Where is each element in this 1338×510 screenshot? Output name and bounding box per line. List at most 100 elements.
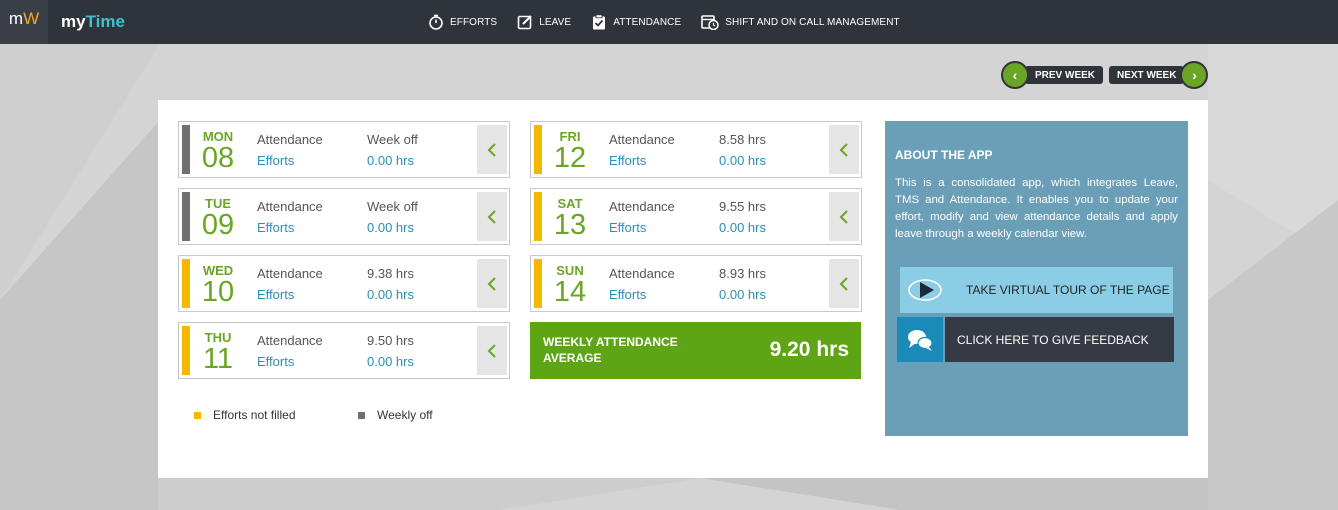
efforts-value: 0.00 hrs (367, 153, 414, 168)
next-week-button[interactable]: NEXT WEEK › (1109, 61, 1209, 89)
status-stripe (534, 259, 542, 308)
day-card-thu[interactable]: THU 11 Attendance Efforts 9.50 hrs 0.00 … (178, 322, 510, 379)
virtual-tour-button[interactable]: TAKE VIRTUAL TOUR OF THE PAGE (900, 267, 1173, 313)
attendance-value: Week off (367, 132, 418, 147)
chevron-left-icon (487, 343, 496, 358)
nav-leave-label: LEAVE (539, 16, 572, 28)
prev-week-label: PREV WEEK (1025, 66, 1104, 84)
expand-button[interactable] (477, 192, 507, 241)
day-card-tue[interactable]: TUE 09 Attendance Efforts Week off 0.00 … (178, 188, 510, 245)
nav-shift-label: SHIFT AND ON CALL MANAGEMENT (725, 16, 900, 28)
legend-label: Efforts not filled (213, 408, 296, 422)
day-number: 09 (201, 209, 235, 241)
chevron-left-icon (487, 276, 496, 291)
efforts-link[interactable]: Efforts (257, 153, 294, 168)
day-card-wed[interactable]: WED 10 Attendance Efforts 9.38 hrs 0.00 … (178, 255, 510, 312)
efforts-value: 0.00 hrs (719, 220, 766, 235)
day-card-sun[interactable]: SUN 14 Attendance Efforts 8.93 hrs 0.00 … (530, 255, 862, 312)
efforts-value: 0.00 hrs (719, 153, 766, 168)
chevron-left-icon: ‹ (1001, 61, 1029, 89)
play-icon (900, 267, 950, 313)
efforts-link[interactable]: Efforts (609, 153, 646, 168)
about-the-app-panel: ABOUT THE APP This is a consolidated app… (885, 121, 1188, 436)
attendance-label: Attendance (257, 266, 323, 281)
status-stripe (534, 192, 542, 241)
day-number: 14 (553, 276, 587, 308)
mw-logo[interactable]: mW (0, 0, 48, 44)
nav-leave[interactable]: LEAVE (517, 14, 571, 30)
legend-efforts-not-filled: Efforts not filled (194, 408, 296, 422)
day-card-sat[interactable]: SAT 13 Attendance Efforts 9.55 hrs 0.00 … (530, 188, 862, 245)
status-stripe (182, 259, 190, 308)
expand-button[interactable] (477, 326, 507, 375)
nav-efforts[interactable]: EFFORTS (428, 14, 497, 30)
day-number: 11 (202, 343, 234, 375)
chevron-left-icon (839, 276, 848, 291)
calendar-clock-icon (701, 15, 719, 30)
chevron-right-icon: › (1180, 61, 1209, 89)
day-card-mon[interactable]: MON 08 Attendance Efforts Week off 0.00 … (178, 121, 510, 178)
main-nav: EFFORTS LEAVE ATTENDANCE SHIFT AND ON CA… (428, 0, 920, 44)
chevron-left-icon (839, 209, 848, 224)
efforts-link[interactable]: Efforts (609, 287, 646, 302)
efforts-value: 0.00 hrs (719, 287, 766, 302)
nav-attendance-label: ATTENDANCE (613, 16, 682, 28)
legend-swatch-yellow (194, 411, 201, 419)
day-number: 12 (553, 142, 587, 174)
weekly-average-value: 9.20 hrs (769, 338, 849, 361)
attendance-value: 8.93 hrs (719, 266, 766, 281)
weekly-attendance-average: WEEKLY ATTENDANCE AVERAGE 9.20 hrs (530, 322, 861, 379)
day-card-fri[interactable]: FRI 12 Attendance Efforts 8.58 hrs 0.00 … (530, 121, 862, 178)
efforts-link[interactable]: Efforts (609, 220, 646, 235)
efforts-link[interactable]: Efforts (257, 220, 294, 235)
attendance-value: 8.58 hrs (719, 132, 766, 147)
feedback-button[interactable]: CLICK HERE TO GIVE FEEDBACK (897, 317, 1174, 362)
attendance-value: 9.50 hrs (367, 333, 414, 348)
legend-label: Weekly off (377, 408, 433, 422)
prev-week-button[interactable]: ‹ PREV WEEK (1001, 61, 1104, 89)
logo-w: W (23, 9, 40, 28)
legend-weekly-off: Weekly off (358, 408, 433, 422)
day-number: 13 (553, 209, 587, 241)
status-stripe (182, 192, 190, 241)
app-name-my: my (61, 12, 86, 31)
nav-efforts-label: EFFORTS (450, 16, 498, 28)
attendance-label: Attendance (257, 199, 323, 214)
attendance-value: 9.38 hrs (367, 266, 414, 281)
efforts-value: 0.00 hrs (367, 354, 414, 369)
nav-shift-management[interactable]: SHIFT AND ON CALL MANAGEMENT (701, 14, 900, 30)
weekly-average-label: WEEKLY ATTENDANCE AVERAGE (543, 335, 678, 365)
efforts-link[interactable]: Efforts (257, 354, 294, 369)
chevron-left-icon (839, 142, 848, 157)
chevron-left-icon (487, 142, 496, 157)
expand-button[interactable] (829, 192, 859, 241)
about-text: This is a consolidated app, which integr… (895, 177, 1178, 240)
expand-button[interactable] (829, 125, 859, 174)
day-number: 10 (201, 276, 235, 308)
efforts-value: 0.00 hrs (367, 220, 414, 235)
virtual-tour-label: TAKE VIRTUAL TOUR OF THE PAGE (966, 283, 1170, 297)
stopwatch-icon (429, 14, 443, 30)
attendance-label: Attendance (609, 266, 675, 281)
next-week-label: NEXT WEEK (1109, 66, 1185, 84)
nav-attendance[interactable]: ATTENDANCE (591, 14, 681, 30)
attendance-label: Attendance (257, 132, 323, 147)
app-name[interactable]: myTime (61, 12, 125, 32)
app-name-time: Time (85, 12, 125, 31)
main-panel: MON 08 Attendance Efforts Week off 0.00 … (158, 100, 1208, 478)
status-stripe (534, 125, 542, 174)
attendance-value: Week off (367, 199, 418, 214)
clipboard-check-icon (593, 14, 606, 30)
attendance-label: Attendance (609, 132, 675, 147)
legend-swatch-gray (358, 411, 365, 419)
status-stripe (182, 125, 190, 174)
expand-button[interactable] (477, 125, 507, 174)
expand-button[interactable] (477, 259, 507, 308)
status-stripe (182, 326, 190, 375)
efforts-link[interactable]: Efforts (257, 287, 294, 302)
day-number: 08 (201, 142, 235, 174)
chat-bubbles-icon (897, 317, 943, 362)
expand-button[interactable] (829, 259, 859, 308)
attendance-label: Attendance (257, 333, 323, 348)
edit-icon (517, 15, 532, 30)
